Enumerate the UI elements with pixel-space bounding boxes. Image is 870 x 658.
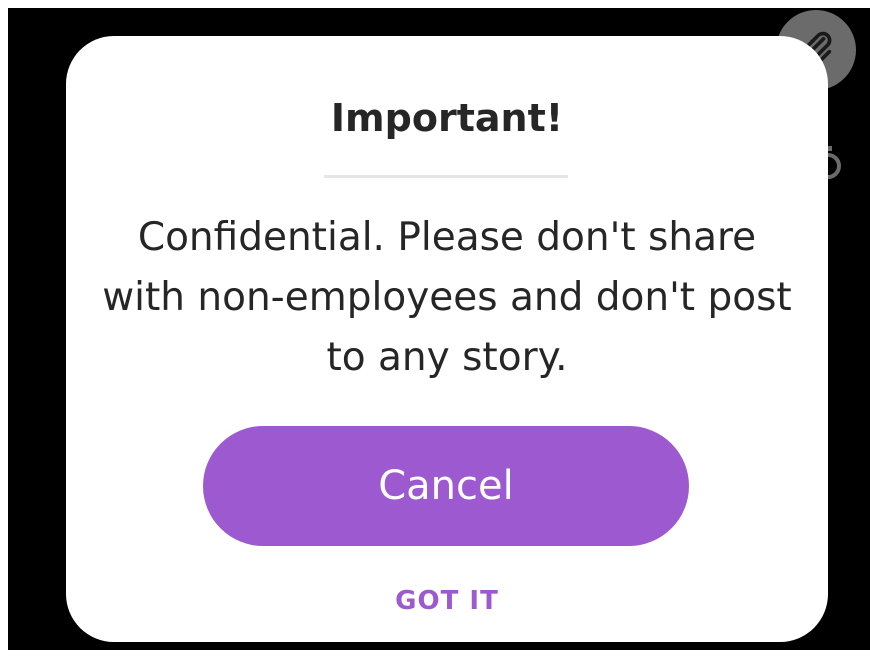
dialog-message: Confidential. Please don't share with no… (102, 215, 792, 380)
alert-dialog: Important! Confidential. Please don't sh… (66, 36, 828, 642)
got-it-button[interactable]: GOT IT (66, 586, 828, 616)
title-divider (324, 175, 568, 178)
app-background: Important! Confidential. Please don't sh… (8, 8, 870, 650)
dialog-title: Important! (330, 96, 564, 140)
cancel-button[interactable]: Cancel (203, 426, 689, 546)
